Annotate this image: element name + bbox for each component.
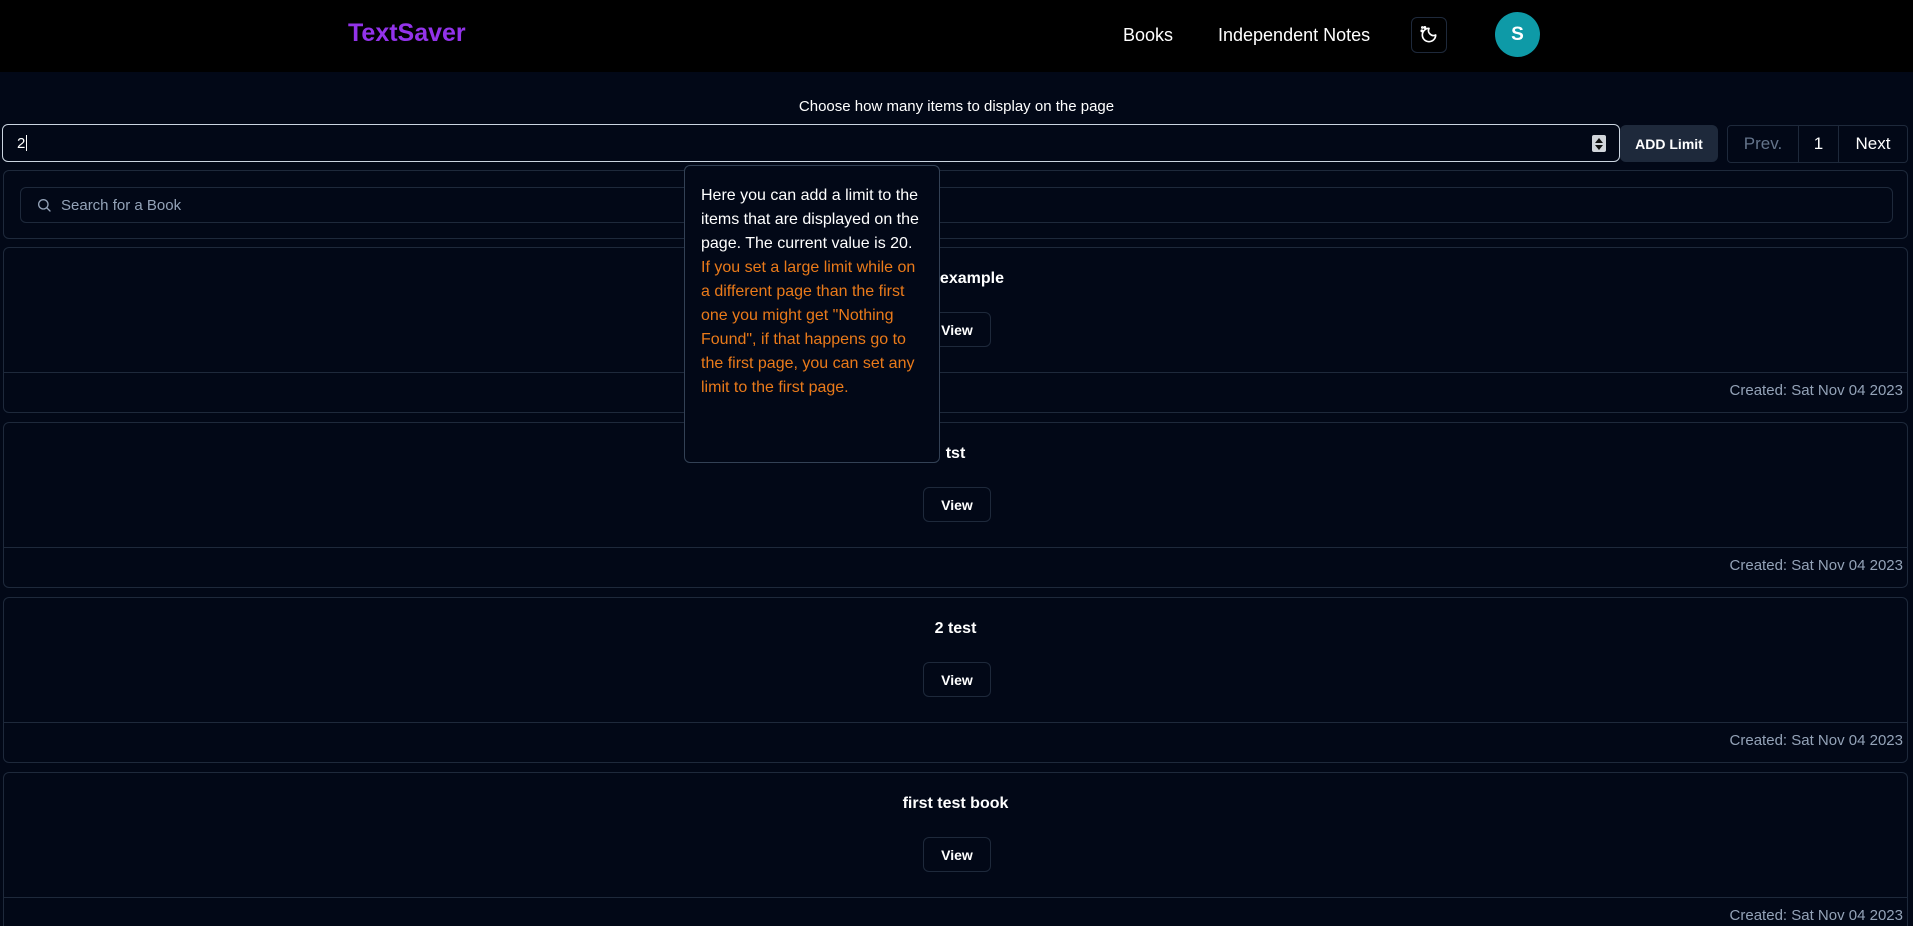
created-date: Created: Sat Nov 04 2023 — [1729, 557, 1903, 574]
book-title: tst — [945, 445, 966, 462]
add-limit-button[interactable]: ADD Limit — [1620, 125, 1718, 162]
limit-tooltip: Here you can add a limit to the items th… — [684, 165, 940, 463]
limit-input-value: 2 — [17, 134, 26, 152]
tooltip-warning-text: If you set a large limit while on a diff… — [701, 259, 916, 396]
text-caret — [26, 135, 28, 151]
book-title: first test book — [902, 795, 1009, 812]
book-card: tst View Created: Sat Nov 04 2023 — [3, 422, 1908, 588]
tooltip-main-text: Here you can add a limit to the items th… — [701, 187, 919, 252]
search-input[interactable]: Search for a Book — [20, 187, 1893, 223]
brand-logo[interactable]: TextSaver — [348, 19, 466, 48]
limit-caption: Choose how many items to display on the … — [798, 98, 1115, 115]
navbar: TextSaver Books Independent Notes S — [0, 0, 1913, 72]
card-footer: Created: Sat Nov 04 2023 — [4, 897, 1907, 926]
number-spinner[interactable] — [1592, 135, 1606, 152]
created-date: Created: Sat Nov 04 2023 — [1729, 382, 1903, 399]
created-date: Created: Sat Nov 04 2023 — [1729, 732, 1903, 749]
book-title: 2 test — [934, 620, 977, 637]
current-page-number[interactable]: 1 — [1799, 126, 1839, 162]
search-placeholder: Search for a Book — [61, 196, 182, 214]
nav-books-link[interactable]: Books — [1123, 25, 1173, 46]
moon-stars-icon — [1420, 26, 1437, 43]
prev-page-button[interactable]: Prev. — [1728, 126, 1799, 162]
search-icon — [38, 199, 51, 212]
card-footer: Created: Sat Nov 04 2023 — [4, 722, 1907, 762]
view-book-button[interactable]: View — [923, 487, 991, 522]
theme-toggle-button[interactable] — [1411, 17, 1447, 53]
next-page-button[interactable]: Next — [1839, 126, 1907, 162]
search-container: Search for a Book — [3, 170, 1908, 239]
spinner-up-icon[interactable] — [1595, 137, 1603, 143]
spinner-down-icon[interactable] — [1595, 144, 1603, 150]
book-card: text example View Created: Sat Nov 04 20… — [3, 247, 1908, 413]
nav-independent-notes-link[interactable]: Independent Notes — [1218, 25, 1370, 46]
view-book-button[interactable]: View — [923, 662, 991, 697]
created-date: Created: Sat Nov 04 2023 — [1729, 907, 1903, 924]
card-footer: Created: Sat Nov 04 2023 — [4, 547, 1907, 587]
user-avatar[interactable]: S — [1495, 12, 1540, 57]
limit-input[interactable]: 2 — [2, 124, 1620, 162]
view-book-button[interactable]: View — [923, 837, 991, 872]
card-footer: Created: Sat Nov 04 2023 — [4, 372, 1907, 412]
book-title: text example — [907, 270, 1004, 287]
book-card: 2 test View Created: Sat Nov 04 2023 — [3, 597, 1908, 763]
book-card: first test book View Created: Sat Nov 04… — [3, 772, 1908, 926]
pagination: Prev. 1 Next — [1727, 125, 1908, 163]
